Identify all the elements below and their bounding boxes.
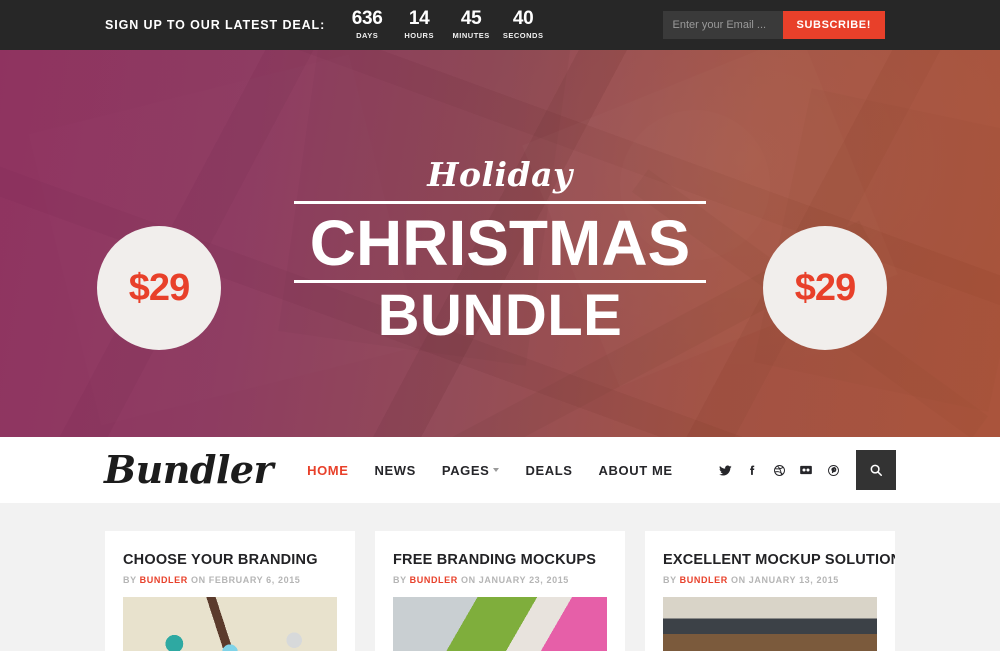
countdown-minutes-label: MINUTES [452,31,490,40]
newsletter-form: SUBSCRIBE! [662,11,885,39]
post-title[interactable]: EXCELLENT MOCKUP SOLUTIONS [663,551,895,569]
nav-links: HOME NEWS PAGES DEALS ABOUT ME [307,463,673,478]
deal-label: SIGN UP TO OUR LATEST DEAL: [105,18,326,32]
post-card[interactable]: EXCELLENT MOCKUP SOLUTIONS BY BUNDLER ON… [645,531,895,651]
post-title[interactable]: FREE BRANDING MOCKUPS [393,551,607,569]
countdown-unit-minutes: 45 MINUTES [445,9,497,41]
post-card[interactable]: FREE BRANDING MOCKUPS BY BUNDLER ON JANU… [375,531,625,651]
hero-divider-top [294,200,706,204]
post-author[interactable]: BUNDLER [680,575,728,585]
nav-item-home-label: HOME [307,462,349,478]
countdown-unit-hours: 14 HOURS [393,9,445,41]
hero-script-text: Holiday [427,154,573,194]
hero-content: Holiday CHRISTMAS BUNDLE [0,50,1000,437]
posts-grid: CHOOSE YOUR BRANDING BY BUNDLER ON FEBRU… [105,531,895,651]
posts-section: CHOOSE YOUR BRANDING BY BUNDLER ON FEBRU… [0,503,1000,651]
email-field[interactable] [662,11,783,39]
post-date: ON JANUARY 23, 2015 [460,575,569,585]
pinterest-icon[interactable] [822,459,844,481]
nav-item-news-label: NEWS [374,462,416,478]
countdown-days-label: DAYS [356,31,379,40]
countdown-hours-value: 14 [408,8,430,29]
nav-item-deals[interactable]: DEALS [525,463,572,478]
post-thumbnail[interactable] [123,597,337,651]
nav-item-pages[interactable]: PAGES [442,463,500,478]
post-meta: BY BUNDLER ON JANUARY 23, 2015 [393,575,607,585]
twitter-icon[interactable] [714,459,736,481]
post-meta: BY BUNDLER ON JANUARY 13, 2015 [663,575,877,585]
facebook-icon[interactable] [741,459,763,481]
post-meta-by: BY [123,575,137,585]
post-author[interactable]: BUNDLER [140,575,188,585]
flickr-icon[interactable] [795,459,817,481]
countdown-unit-seconds: 40 SECONDS [497,9,549,41]
nav-item-home[interactable]: HOME [307,463,348,478]
post-title[interactable]: CHOOSE YOUR BRANDING [123,551,337,569]
post-meta: BY BUNDLER ON FEBRUARY 6, 2015 [123,575,337,585]
nav-item-news[interactable]: NEWS [374,463,415,478]
subscribe-button[interactable]: SUBSCRIBE! [782,11,885,39]
post-meta-by: BY [663,575,677,585]
nav-item-deals-label: DEALS [525,462,573,478]
post-date: ON FEBRUARY 6, 2015 [190,575,301,585]
countdown-seconds-label: SECONDS [502,31,544,40]
hero-banner: $29 $29 Holiday CHRISTMAS BUNDLE [0,50,1000,437]
countdown-timer: 636 DAYS 14 HOURS 45 MINUTES 40 SECONDS [341,9,549,41]
nav-item-about-me-label: ABOUT ME [598,462,673,478]
search-icon [870,464,883,477]
nav-right-group [714,450,896,490]
main-navigation-bar: Bundler HOME NEWS PAGES DEALS ABOUT ME [0,437,1000,503]
hero-headline: CHRISTMAS [309,206,691,279]
post-thumbnail[interactable] [663,597,877,651]
promo-left-group: SIGN UP TO OUR LATEST DEAL: 636 DAYS 14 … [105,9,549,41]
search-button[interactable] [856,450,896,490]
post-author[interactable]: BUNDLER [410,575,458,585]
post-card[interactable]: CHOOSE YOUR BRANDING BY BUNDLER ON FEBRU… [105,531,355,651]
countdown-seconds-value: 40 [512,8,534,29]
top-promo-bar: SIGN UP TO OUR LATEST DEAL: 636 DAYS 14 … [0,0,1000,50]
countdown-hours-label: HOURS [404,31,434,40]
countdown-minutes-value: 45 [460,8,482,29]
countdown-days-value: 636 [351,8,383,29]
post-thumbnail[interactable] [393,597,607,651]
dribbble-icon[interactable] [768,459,790,481]
chevron-down-icon [493,468,500,472]
site-logo[interactable]: Bundler [104,450,274,490]
countdown-unit-days: 636 DAYS [341,9,393,41]
hero-title-block: Holiday CHRISTMAS BUNDLE [290,155,710,347]
nav-item-pages-label: PAGES [441,462,490,478]
nav-item-about-me[interactable]: ABOUT ME [599,463,673,478]
post-meta-by: BY [393,575,407,585]
social-links [714,459,844,481]
hero-subheadline: BUNDLE [377,282,623,348]
post-date: ON JANUARY 13, 2015 [730,575,839,585]
